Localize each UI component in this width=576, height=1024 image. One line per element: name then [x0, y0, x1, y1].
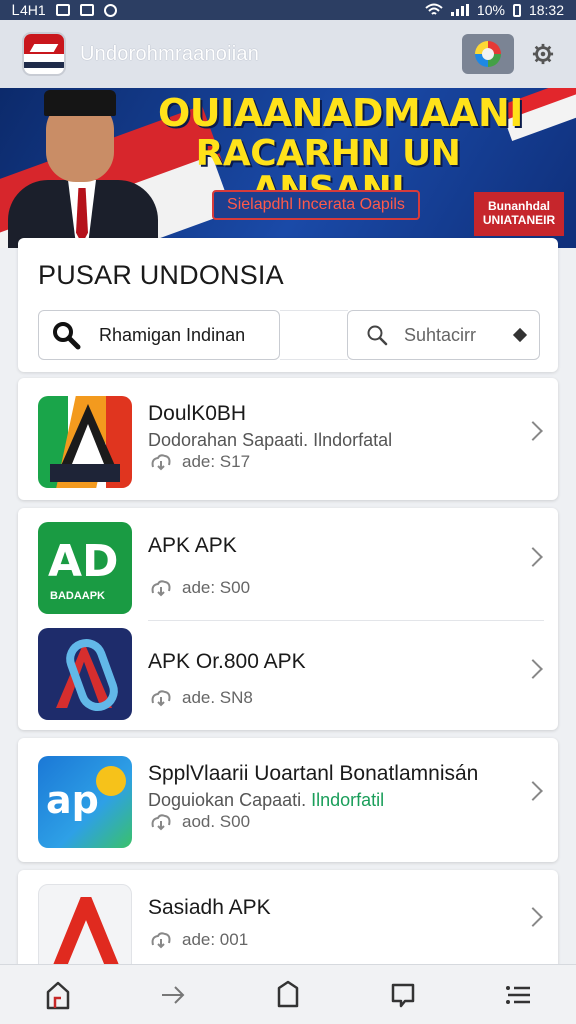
app-meta-text: ade: S00 — [182, 578, 251, 597]
download-icon — [151, 454, 171, 471]
thumbnail-label: ap — [46, 778, 99, 822]
list-item[interactable]: AD BADAAPK APK APK ade: S00 — [18, 508, 558, 620]
google-account-icon — [475, 41, 501, 67]
chevron-right-icon — [523, 781, 543, 801]
dropdown-caret-icon — [512, 327, 528, 343]
nav-menu-button[interactable] — [498, 975, 538, 1015]
chat-icon — [391, 983, 415, 1007]
app-card: DoulK0BH Dodorahan Sapaati. Ilndorfatal … — [18, 378, 558, 500]
app-name: APK Or.800 APK — [148, 650, 306, 673]
chevron-right-icon — [523, 547, 543, 567]
arrow-right-icon — [161, 985, 185, 1004]
battery-percent: 10% — [476, 2, 505, 18]
notification-icon — [55, 4, 70, 16]
account-button[interactable] — [462, 34, 514, 74]
promo-banner[interactable]: OUIAANADMAANI RACARHN UN ANSANI Sielapdh… — [0, 88, 576, 248]
status-carrier: Ꮮ4Н1 — [12, 1, 46, 18]
search-card: PUSAR UNDONSIA Rhamigan Indinan Suhtacir… — [18, 238, 558, 372]
search-input[interactable]: Rhamigan Indinan — [38, 310, 280, 360]
sync-icon — [103, 3, 117, 17]
app-title: Undorohmraanoiian — [80, 42, 260, 65]
sort-dropdown-value: Suhtacirr — [404, 324, 477, 345]
settings-button[interactable] — [530, 41, 556, 67]
menu-icon — [506, 985, 531, 1004]
search-small-icon — [367, 325, 388, 346]
app-card: AD BADAAPK APK APK ade: S00 APK Or.800 A… — [18, 508, 558, 730]
home-icon — [46, 981, 69, 1009]
app-description: Doguiokan Capaati. Ilndorfatil — [148, 790, 384, 811]
app-description-text: Doguiokan Capaati. — [148, 790, 307, 810]
app-name: SpplVlaarii Uoartanl Bonatlamnisán — [148, 762, 479, 785]
app-thumbnail: ap — [38, 756, 132, 848]
app-logo[interactable] — [22, 32, 66, 76]
app-meta-text: ade. SN8 — [182, 688, 253, 707]
app-meta-text: aod. S00 — [182, 812, 251, 831]
app-thumbnail: AD BADAAPK — [38, 522, 132, 614]
image-notification-icon — [79, 4, 94, 16]
app-description: Dodorahan Sapaati. Ilndorfatal — [148, 430, 393, 450]
wifi-icon — [425, 3, 443, 15]
nav-messages-button[interactable] — [383, 975, 423, 1015]
app-meta: ade: S00 — [150, 578, 250, 598]
chevron-right-icon — [523, 659, 543, 679]
app-header: Undorohmraanoiian — [0, 20, 576, 88]
banner-subtitle: Sielapdhl Incerata Oapils — [212, 190, 420, 220]
app-name: APK APK — [148, 534, 237, 557]
app-meta-text: ade: 001 — [182, 930, 249, 949]
app-card: ap SpplVlaarii Uoartanl Bonatlamnisán Do… — [18, 738, 558, 862]
status-bar: Ꮮ4Н1 10% 18:32 — [0, 0, 576, 20]
list-item[interactable]: APK Or.800 APK ade. SN8 — [18, 620, 558, 732]
app-meta: ade. SN8 — [150, 688, 253, 708]
chevron-right-icon — [523, 907, 543, 927]
nav-forward-button[interactable] — [153, 975, 193, 1015]
search-icon — [53, 322, 81, 350]
clock: 18:32 — [528, 2, 564, 18]
app-thumbnail — [38, 884, 132, 976]
banner-badge: Bunanhdal UNIATANEIR — [474, 192, 564, 236]
list-item[interactable]: ap SpplVlaarii Uoartanl Bonatlamnisán Do… — [18, 742, 558, 854]
banner-portrait — [8, 88, 158, 248]
sort-dropdown[interactable]: Suhtacirr — [347, 310, 540, 360]
search-title: PUSAR UNDONSIA — [38, 260, 284, 290]
chevron-right-icon — [523, 421, 543, 441]
app-name: DoulK0BH — [148, 402, 247, 425]
nav-apps-button[interactable] — [268, 975, 308, 1015]
package-icon — [277, 980, 299, 1007]
download-icon — [151, 690, 171, 707]
download-icon — [151, 932, 171, 949]
battery-icon — [512, 3, 521, 17]
nav-home-button[interactable] — [38, 975, 78, 1015]
download-icon — [151, 580, 171, 597]
app-meta: ade: 001 — [150, 930, 248, 950]
app-meta: aod. S00 — [150, 812, 250, 832]
gear-icon — [532, 43, 554, 65]
app-meta: ade: S17 — [150, 452, 250, 472]
app-description-highlight: Ilndorfatil — [311, 790, 385, 810]
app-meta-text: ade: S17 — [182, 452, 251, 471]
app-thumbnail — [38, 396, 132, 488]
thumbnail-label: AD — [48, 536, 119, 587]
signal-icon — [450, 4, 469, 16]
search-input-value: Rhamigan Indinan — [99, 324, 246, 345]
bottom-navigation — [0, 964, 576, 1024]
app-name: Sasiadh APK — [148, 896, 271, 919]
app-thumbnail — [38, 628, 132, 720]
list-item[interactable]: DoulK0BH Dodorahan Sapaati. Ilndorfatal … — [18, 382, 558, 494]
thumbnail-caption: BADAAPK — [50, 590, 105, 602]
download-icon — [151, 814, 171, 831]
banner-headline-line-1: OUIAANADMAANI — [158, 91, 523, 135]
